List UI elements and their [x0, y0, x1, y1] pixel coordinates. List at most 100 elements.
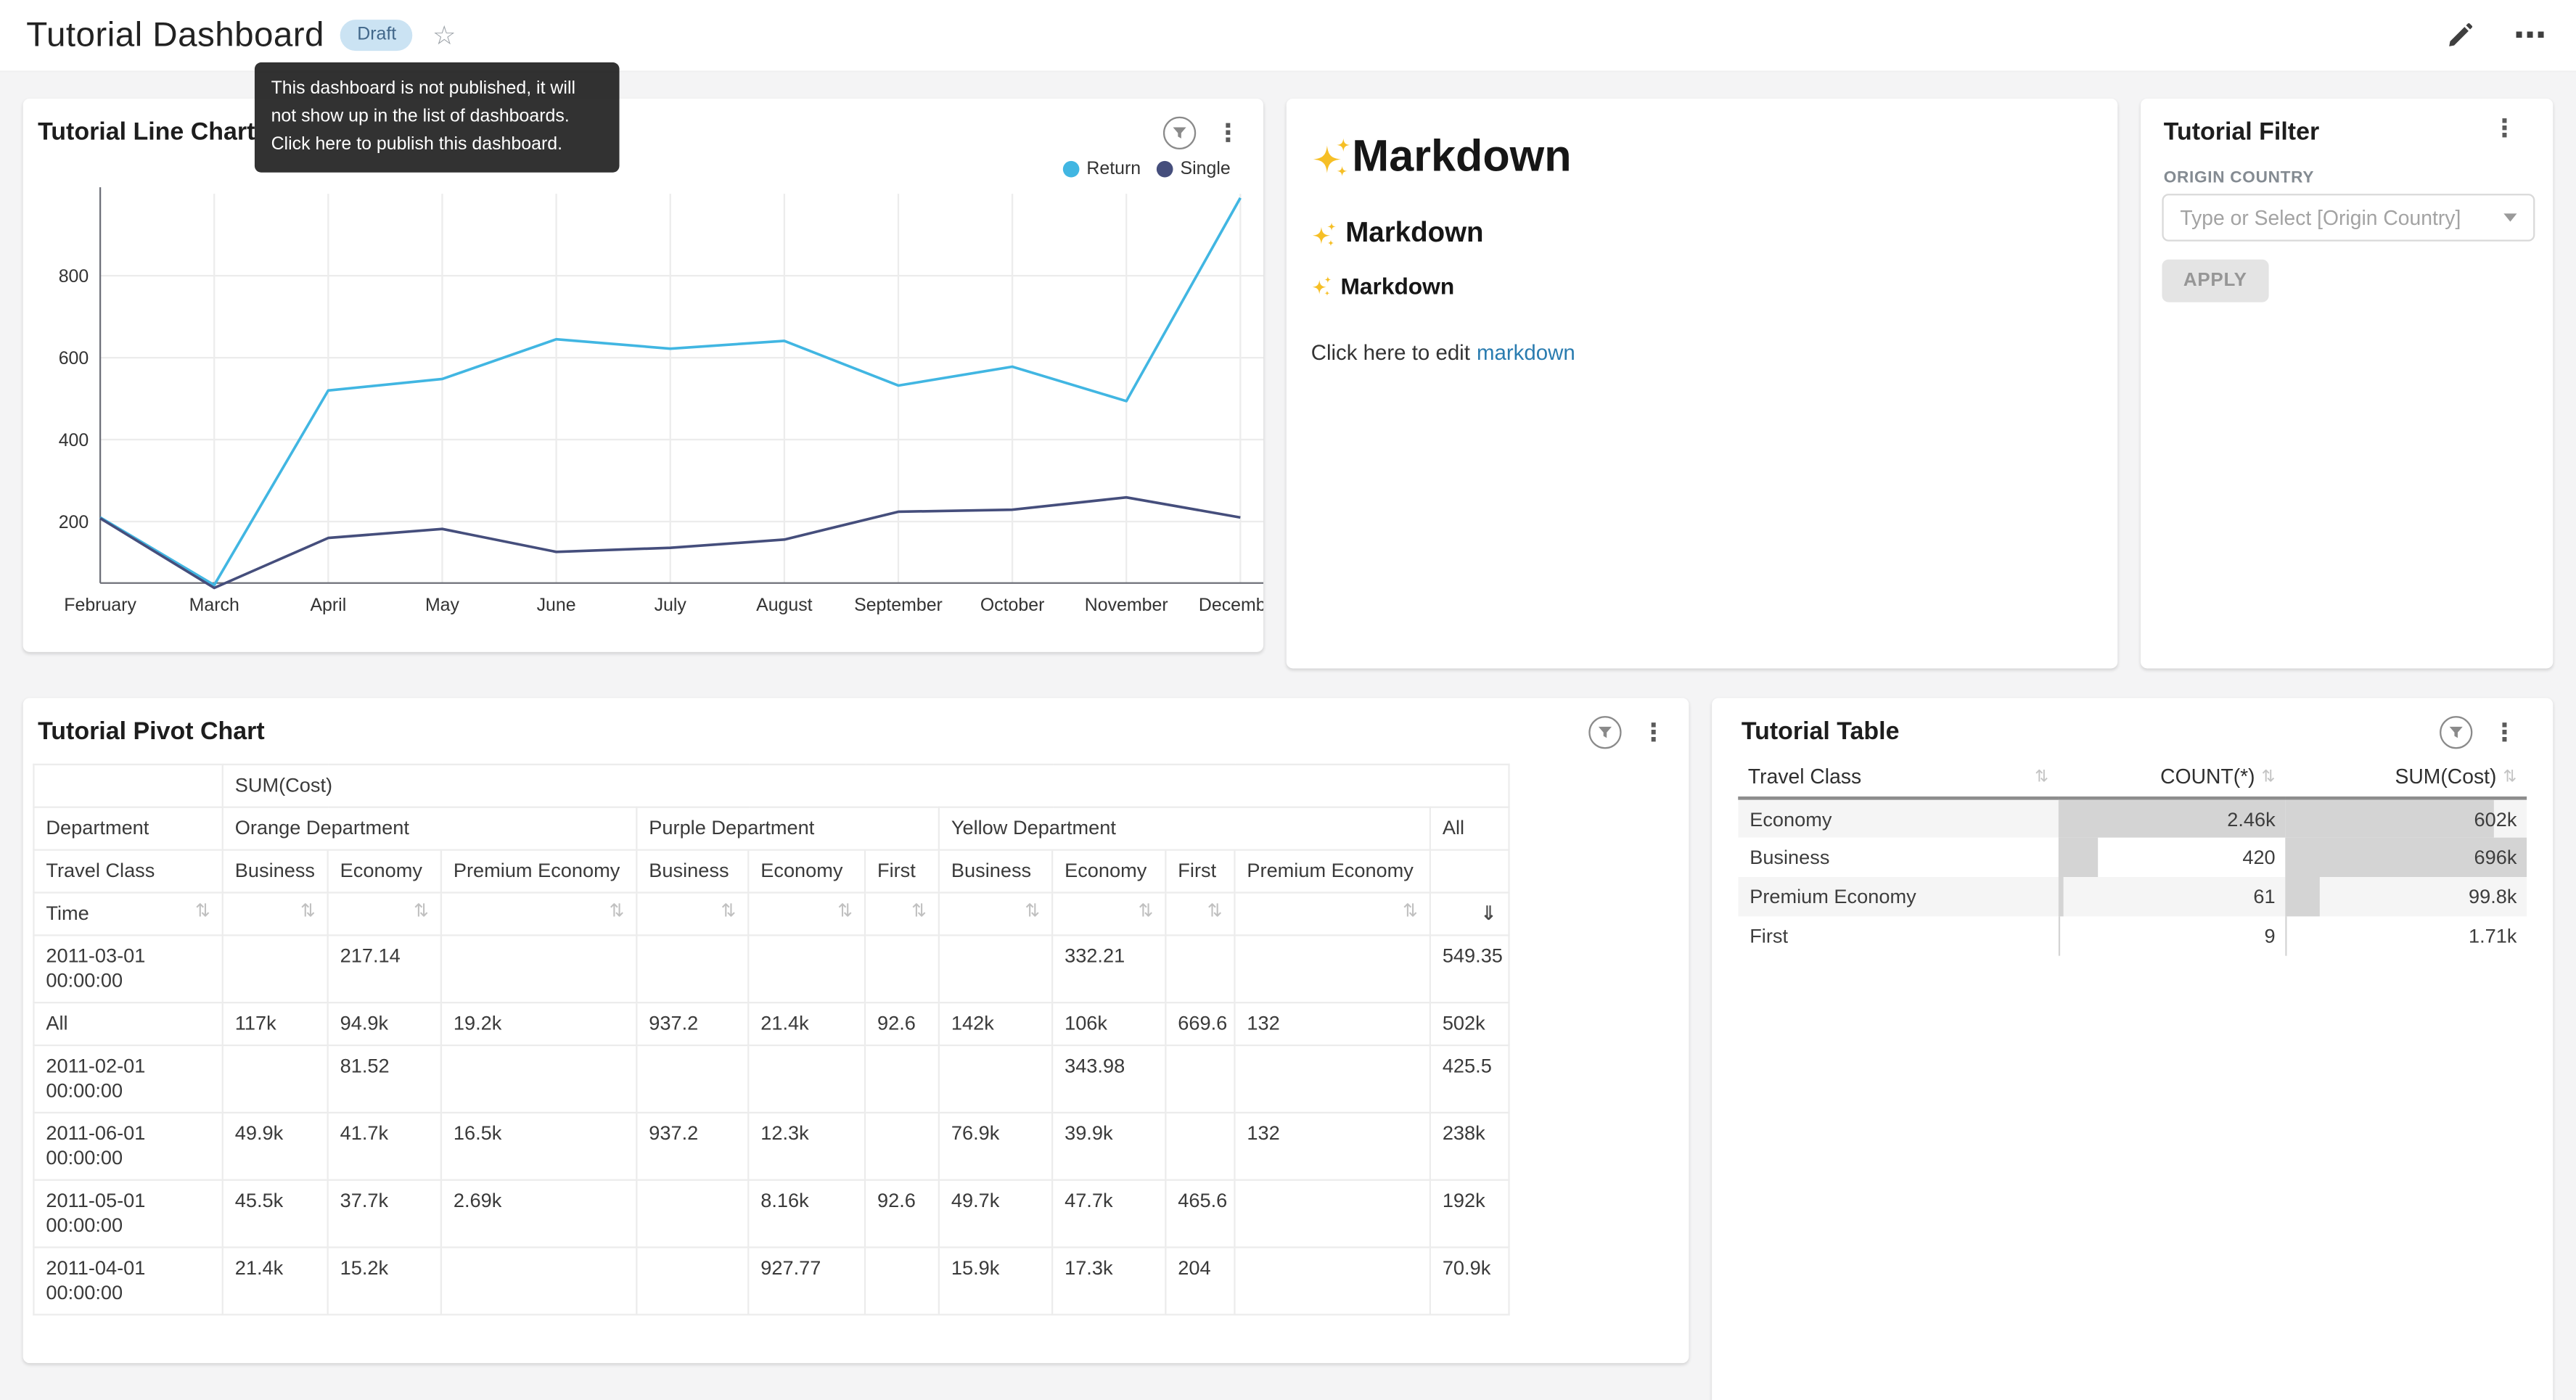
cell-sum: 1.71k — [2285, 916, 2527, 955]
cell-bar — [2285, 800, 2494, 838]
pivot-group-header: Yellow Department — [939, 807, 1430, 850]
sort-icon[interactable]: ⇅ — [195, 902, 210, 924]
pivot-cell: 49.9k — [223, 1113, 328, 1180]
kebab-menu-icon[interactable]: ⋮ — [2493, 720, 2517, 745]
more-menu-icon[interactable]: ⋯ — [2514, 15, 2546, 56]
pivot-sort-cell: ⇅ — [328, 893, 441, 936]
pivot-sort-cell: ⇅ — [939, 893, 1052, 936]
pivot-cell — [441, 1248, 636, 1315]
pivot-cell: 8.16k — [748, 1180, 865, 1248]
pivot-cell: 425.5 — [1430, 1045, 1509, 1113]
sort-icon[interactable]: ⇅ — [1403, 902, 1418, 924]
table-card: Tutorial Table ⋮ Travel Class ⇅ — [1712, 698, 2553, 1400]
cell-value: 602k — [2474, 807, 2517, 831]
legend-item-single[interactable]: Single — [1157, 160, 1231, 179]
pivot-cell: 12.3k — [748, 1113, 865, 1180]
pivot-row-label: 2011-06-01 00:00:00 — [33, 1113, 222, 1180]
pivot-cell — [748, 1045, 865, 1113]
pivot-cell — [441, 935, 636, 1002]
pivot-cell: 132 — [1234, 1113, 1429, 1180]
pivot-class-header: First — [865, 850, 939, 893]
markdown-h2-text: Markdown — [1345, 217, 1483, 250]
pivot-cell: 45.5k — [223, 1180, 328, 1248]
pivot-cell: 669.6 — [1165, 1002, 1234, 1045]
apply-button[interactable]: APPLY — [2162, 260, 2268, 302]
pivot-group-header: Orange Department — [223, 807, 637, 850]
cell-value: 1.71k — [2469, 925, 2516, 948]
legend-label: Return — [1086, 160, 1141, 179]
pivot-cell — [939, 935, 1052, 1002]
sort-icon[interactable]: ⇅ — [609, 902, 624, 924]
sort-icon[interactable]: ⇅ — [2035, 767, 2048, 786]
pivot-row-label: 2011-03-01 00:00:00 — [33, 935, 222, 1002]
pivot-department-label: Department — [33, 807, 222, 850]
pivot-time-label: Time — [46, 902, 89, 925]
sort-icon[interactable]: ⇅ — [414, 902, 429, 924]
cell-count: 61 — [2059, 877, 2285, 916]
pivot-cell: 502k — [1430, 1002, 1509, 1045]
markdown-h3: Markdown — [1311, 273, 2091, 299]
sort-icon[interactable]: ⇅ — [721, 902, 736, 924]
sort-icon[interactable]: ⇅ — [2262, 767, 2276, 786]
sort-icon[interactable]: ⇅ — [1025, 902, 1040, 924]
legend-label: Single — [1181, 160, 1231, 179]
pivot-table: SUM(Cost)DepartmentOrange DepartmentPurp… — [33, 764, 1510, 1316]
x-tick-label: November — [1085, 595, 1168, 615]
pivot-sort-cell: ⇅ — [636, 893, 748, 936]
pivot-sort-cell: ⇅ — [1234, 893, 1429, 936]
sort-icon[interactable]: ⇅ — [2503, 767, 2516, 786]
column-header-travel-class[interactable]: Travel Class ⇅ — [1738, 757, 2058, 799]
cell-travel-class: Business — [1738, 838, 2058, 877]
cell-value: 696k — [2474, 846, 2517, 869]
pivot-cell: 92.6 — [865, 1002, 939, 1045]
sort-icon[interactable]: ⇅ — [911, 902, 927, 924]
pivot-cell — [636, 1248, 748, 1315]
column-header-count[interactable]: COUNT(*) ⇅ — [2059, 757, 2285, 799]
table-row: Premium Economy6199.8k — [1738, 877, 2527, 916]
favorite-star-icon[interactable]: ☆ — [432, 19, 456, 52]
legend-item-return[interactable]: Return — [1064, 160, 1141, 179]
pivot-cell — [1165, 1045, 1234, 1113]
sort-icon[interactable]: ⇅ — [837, 902, 853, 924]
pivot-cell — [636, 1180, 748, 1248]
pivot-cell: 927.77 — [748, 1248, 865, 1315]
markdown-h1: Markdown — [1311, 131, 2091, 182]
pivot-class-header: Business — [939, 850, 1052, 893]
sort-icon[interactable]: ⇅ — [1138, 902, 1153, 924]
pivot-cell: 41.7k — [328, 1113, 441, 1180]
sort-icon[interactable]: ⇅ — [1207, 902, 1223, 924]
kebab-menu-icon[interactable]: ⋮ — [2493, 117, 2517, 141]
edit-pencil-icon[interactable] — [2446, 21, 2474, 49]
kebab-menu-icon[interactable]: ⋮ — [1215, 120, 1240, 145]
table-row: First91.71k — [1738, 916, 2527, 955]
pivot-cell — [1234, 1045, 1429, 1113]
pivot-cell: 15.2k — [328, 1248, 441, 1315]
filter-indicator-icon[interactable] — [1588, 716, 1621, 749]
pivot-cell: 204 — [1165, 1248, 1234, 1315]
cell-value: 99.8k — [2469, 885, 2516, 908]
markdown-edit-link[interactable]: markdown — [1477, 340, 1575, 365]
sort-icon[interactable]: ⇅ — [300, 902, 316, 924]
column-header-sum-cost[interactable]: SUM(Cost) ⇅ — [2285, 757, 2527, 799]
draft-badge[interactable]: Draft — [341, 20, 413, 51]
x-tick-label: December — [1199, 595, 1263, 615]
sort-desc-icon[interactable]: ⇓ — [1480, 902, 1497, 926]
kebab-menu-icon[interactable]: ⋮ — [1641, 720, 1666, 745]
pivot-cell — [636, 935, 748, 1002]
publish-tooltip[interactable]: This dashboard is not published, it will… — [255, 62, 620, 173]
filter-indicator-icon[interactable] — [1163, 117, 1196, 149]
x-tick-label: June — [537, 595, 576, 615]
y-tick-label: 600 — [59, 348, 89, 368]
pivot-class-header: First — [1165, 850, 1234, 893]
pivot-cell: 39.9k — [1052, 1113, 1165, 1180]
pivot-class-header: Business — [636, 850, 748, 893]
filter-indicator-icon[interactable] — [2440, 716, 2472, 749]
pivot-class-header: Economy — [748, 850, 865, 893]
pivot-cell: 217.14 — [328, 935, 441, 1002]
cell-value: 9 — [2265, 925, 2276, 948]
origin-country-select[interactable]: Type or Select [Origin Country] — [2162, 194, 2535, 242]
pivot-cell — [1165, 1113, 1234, 1180]
y-tick-label: 800 — [59, 266, 89, 287]
pivot-cell — [865, 1045, 939, 1113]
pivot-class-header: Premium Economy — [441, 850, 636, 893]
